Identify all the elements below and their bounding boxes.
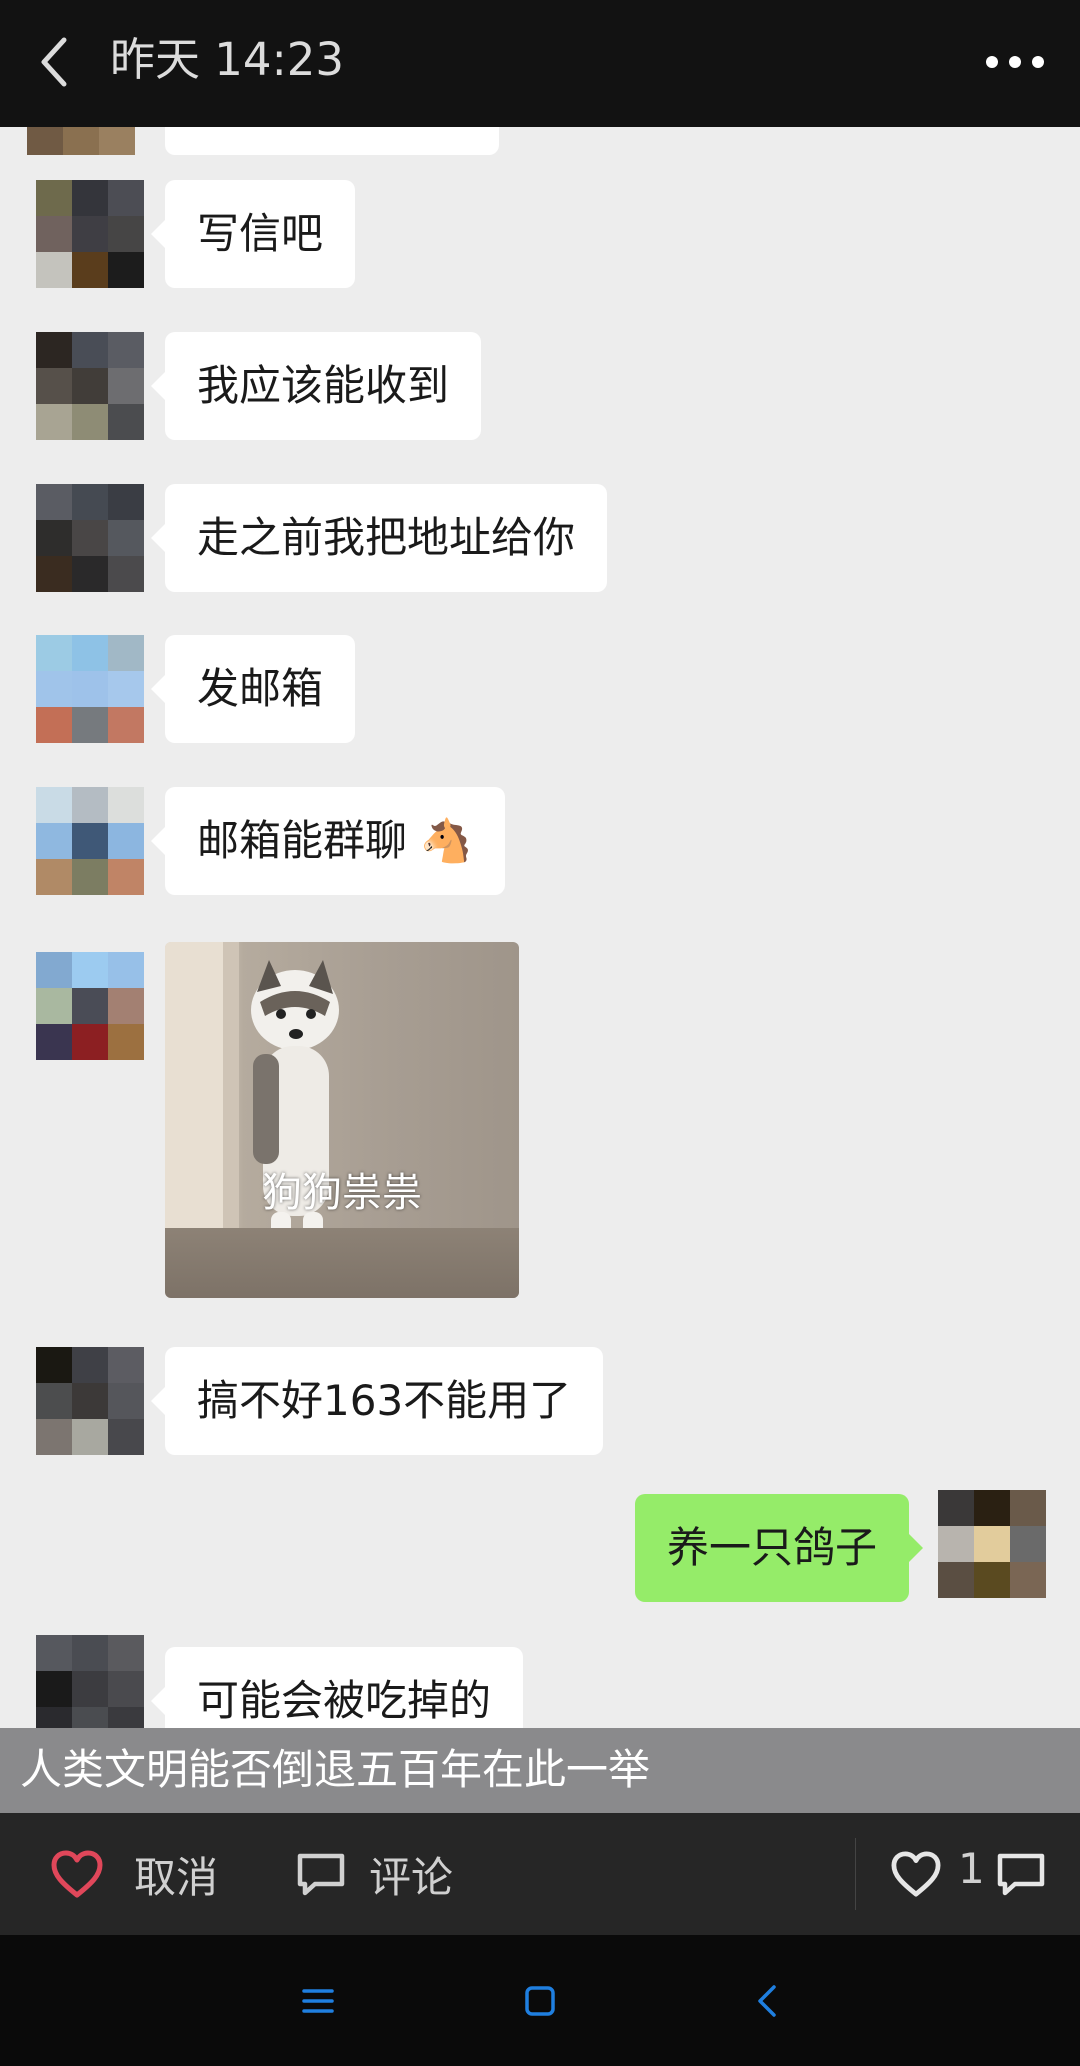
message-bubble[interactable]: 邮箱能群聊 🐴 <box>151 787 505 895</box>
home-square-icon <box>525 1986 555 2016</box>
action-bar: 取消 评论 1 <box>0 1813 1080 1935</box>
divider <box>855 1838 856 1910</box>
avatar[interactable] <box>36 180 144 288</box>
menu-icon <box>302 1989 334 2013</box>
cancel-label: 取消 <box>134 1852 219 1902</box>
chat-area[interactable]: 写信吧 我应该能收到 走之前我把地址给你 发邮箱 邮箱能群聊 🐴 狗狗祟祟 搞不… <box>0 127 1080 1728</box>
floor <box>165 1228 519 1298</box>
comment-list-button[interactable] <box>995 1813 1047 1935</box>
avatar[interactable] <box>36 332 144 440</box>
menu-button[interactable] <box>290 1973 346 2029</box>
comment-label: 评论 <box>369 1852 454 1902</box>
heart-outline-icon <box>891 1851 941 1897</box>
back-arrow-icon <box>758 1985 776 2017</box>
message-bubble[interactable]: 我应该能收到 <box>150 332 482 440</box>
avatar[interactable] <box>36 952 144 1060</box>
avatar[interactable] <box>36 1635 144 1728</box>
page-title: 昨天 14:23 <box>110 33 344 86</box>
message-bubble-partial <box>165 127 499 155</box>
top-bar: 昨天 14:23 <box>0 0 1080 127</box>
like-button[interactable]: 1 <box>890 1813 985 1935</box>
sticker-image[interactable]: 狗狗祟祟 <box>165 942 519 1298</box>
heart-filled-icon <box>51 1850 103 1898</box>
more-dots-icon <box>986 56 1044 68</box>
avatar[interactable] <box>36 1347 144 1455</box>
message-bubble[interactable]: 走之前我把地址给你 <box>150 484 608 592</box>
sticker-caption: 狗狗祟祟 <box>262 1170 422 1216</box>
avatar[interactable] <box>36 787 144 895</box>
message-bubble[interactable]: 写信吧 <box>150 180 356 288</box>
comment-icon <box>997 1853 1045 1896</box>
message-bubble[interactable]: 发邮箱 <box>150 635 356 743</box>
system-back-button[interactable] <box>740 1973 796 2029</box>
post-caption: 人类文明能否倒退五百年在此一举 <box>20 1745 651 1794</box>
back-button[interactable] <box>30 26 90 96</box>
like-count: 1 <box>958 1843 985 1893</box>
avatar[interactable] <box>36 484 144 592</box>
my-avatar[interactable] <box>938 1490 1046 1598</box>
chevron-left-icon <box>41 37 67 87</box>
avatar[interactable] <box>27 127 135 155</box>
cancel-like-button[interactable]: 取消 <box>50 1813 218 1935</box>
more-button[interactable] <box>980 40 1050 80</box>
my-message-bubble[interactable]: 养一只鸽子 <box>634 1494 924 1602</box>
system-nav-bar <box>0 1935 1080 2066</box>
message-bubble[interactable]: 可能会被吃掉的 <box>150 1647 524 1728</box>
caption-bar: 人类文明能否倒退五百年在此一举 <box>0 1728 1080 1813</box>
comment-button[interactable]: 评论 <box>295 1813 453 1935</box>
avatar[interactable] <box>36 635 144 743</box>
comment-icon <box>297 1853 345 1896</box>
message-bubble[interactable]: 搞不好163不能用了 <box>150 1347 604 1455</box>
home-button[interactable] <box>512 1973 568 2029</box>
